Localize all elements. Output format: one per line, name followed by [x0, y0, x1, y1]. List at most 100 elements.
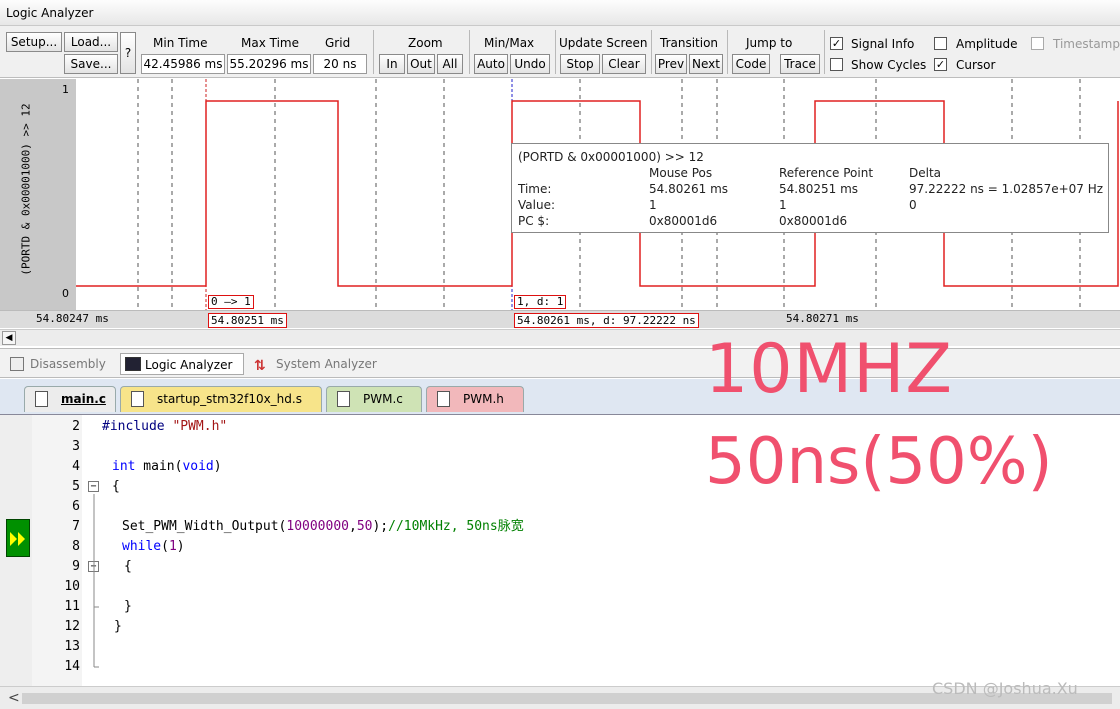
time-right-label: 54.80271 ms	[786, 312, 859, 325]
max-time-value: 55.20296 ms	[227, 54, 311, 74]
window-title: Logic Analyzer	[0, 0, 1120, 26]
min-time-value: 42.45986 ms	[141, 54, 225, 74]
popup-ref-time: 54.80251 ms	[779, 182, 859, 196]
undo-button[interactable]: Undo	[510, 54, 550, 74]
toolbar-divider	[373, 30, 374, 74]
show-cycles-label: Show Cycles	[851, 58, 927, 72]
tab-pwm-h[interactable]: PWM.h	[426, 386, 524, 412]
popup-col-reference: Reference Point	[779, 166, 874, 180]
popup-row-time: Time:	[518, 182, 552, 196]
popup-ref-value: 1	[779, 198, 787, 212]
code-line[interactable]: 10	[0, 577, 1120, 597]
code-line[interactable]: 7 Set_PWM_Width_Output(10000000,50);//10…	[0, 517, 1120, 537]
popup-row-value: Value:	[518, 198, 555, 212]
amplitude-checkbox[interactable]	[934, 37, 947, 50]
time-cursor-label: 54.80261 ms, d: 97.22222 ns	[514, 313, 699, 328]
scroll-left-icon[interactable]: ◀	[2, 331, 16, 345]
save-button[interactable]: Save...	[64, 54, 118, 74]
grid-value: 20 ns	[313, 54, 367, 74]
y-tick-low: 0	[62, 287, 69, 300]
max-time-label: Max Time	[241, 36, 299, 50]
code-line[interactable]: 8 while(1)	[0, 537, 1120, 557]
tab-logic-analyzer[interactable]: Logic Analyzer	[120, 353, 244, 375]
fold-guide-lines	[93, 494, 99, 668]
tab-disassembly-label: Disassembly	[30, 357, 106, 371]
cursor-checkbox[interactable]: ✓	[934, 58, 947, 71]
code-line[interactable]: 6	[0, 497, 1120, 517]
help-button[interactable]: ?	[120, 32, 136, 74]
code-line[interactable]: 9 − {	[0, 557, 1120, 577]
toolbar-divider	[555, 30, 556, 74]
popup-delta-value: 0	[909, 198, 917, 212]
grid-label: Grid	[325, 36, 351, 50]
minmax-label: Min/Max	[484, 36, 535, 50]
code-line[interactable]: 11 }	[0, 597, 1120, 617]
toolbar-divider	[824, 30, 825, 74]
tab-main-c[interactable]: main.c	[24, 386, 116, 412]
toolbar-divider	[651, 30, 652, 74]
logic-analyzer-icon	[125, 357, 141, 371]
popup-mouse-pc: 0x80001d6	[649, 214, 718, 228]
signal-info-checkbox[interactable]: ✓	[830, 37, 843, 50]
transition-label: Transition	[660, 36, 719, 50]
annotation-pulse-width: 50ns(50%)	[705, 425, 1053, 499]
tab-logic-analyzer-label: Logic Analyzer	[145, 358, 233, 372]
min-time-label: Min Time	[153, 36, 208, 50]
reference-transition-marker: 0 —> 1	[208, 295, 254, 309]
y-tick-high: 1	[62, 83, 69, 96]
cursor-label: Cursor	[956, 58, 996, 72]
jump-code-button[interactable]: Code	[732, 54, 770, 74]
toolbar-divider	[727, 30, 728, 74]
next-transition-button[interactable]: Next	[689, 54, 723, 74]
tab-startup-file[interactable]: startup_stm32f10x_hd.s	[120, 386, 322, 412]
zoom-all-button[interactable]: All	[437, 54, 463, 74]
system-analyzer-icon: ⇅	[254, 358, 266, 374]
tab-system-analyzer[interactable]: ⇅ System Analyzer	[250, 353, 390, 375]
popup-col-mouse: Mouse Pos	[649, 166, 713, 180]
file-icon	[437, 391, 450, 407]
watermark: CSDN @Joshua.Xu	[932, 679, 1078, 698]
disassembly-icon	[10, 357, 24, 371]
jump-trace-button[interactable]: Trace	[780, 54, 820, 74]
file-icon	[131, 391, 144, 407]
popup-delta-time: 97.22222 ns = 1.02857e+07 Hz	[909, 182, 1104, 196]
tab-pwm-h-label: PWM.h	[463, 392, 504, 406]
signal-info-popup: (PORTD & 0x00001000) >> 12 Mouse Pos Ref…	[511, 143, 1109, 233]
zoom-label: Zoom	[408, 36, 443, 50]
stop-button[interactable]: Stop	[560, 54, 600, 74]
popup-row-pc: PC $:	[518, 214, 550, 228]
tab-pwm-c-label: PWM.c	[363, 392, 403, 406]
tab-disassembly[interactable]: Disassembly	[8, 353, 116, 375]
tab-pwm-c[interactable]: PWM.c	[326, 386, 422, 412]
zoom-out-button[interactable]: Out	[407, 54, 435, 74]
code-line[interactable]: 12 }	[0, 617, 1120, 637]
popup-mouse-time: 54.80261 ms	[649, 182, 729, 196]
toolbar-divider	[469, 30, 470, 74]
signal-name-label: (PORTD & 0x00001000) >> 12	[19, 103, 33, 276]
code-line[interactable]: 14	[0, 657, 1120, 677]
signal-axis: (PORTD & 0x00001000) >> 12 1 0	[0, 79, 76, 310]
load-button[interactable]: Load...	[64, 32, 118, 52]
scroll-left-icon[interactable]: <	[8, 690, 20, 706]
popup-title: (PORTD & 0x00001000) >> 12	[518, 150, 704, 164]
update-screen-label: Update Screen	[559, 36, 648, 50]
signal-info-label: Signal Info	[851, 37, 915, 51]
time-left-label: 54.80247 ms	[36, 312, 109, 325]
logic-analyzer-toolbar: Setup... Load... Save... ? Min Time 42.4…	[0, 26, 1120, 78]
cursor-value-marker: 1, d: 1	[514, 295, 567, 309]
tab-startup-file-label: startup_stm32f10x_hd.s	[157, 392, 302, 406]
zoom-in-button[interactable]: In	[379, 54, 405, 74]
annotation-frequency: 10MHZ	[705, 330, 953, 409]
timestamps-checkbox[interactable]	[1031, 37, 1044, 50]
auto-button[interactable]: Auto	[474, 54, 508, 74]
timestamps-label: Timestamps	[1053, 37, 1120, 51]
file-icon	[35, 391, 48, 407]
tab-main-c-label: main.c	[61, 392, 106, 406]
setup-button[interactable]: Setup...	[6, 32, 62, 52]
prev-transition-button[interactable]: Prev	[655, 54, 687, 74]
clear-button[interactable]: Clear	[602, 54, 646, 74]
popup-col-delta: Delta	[909, 166, 942, 180]
waveform-panel[interactable]: (PORTD & 0x00001000) >> 12 1 0 0 —> 1 1,…	[0, 79, 1120, 329]
show-cycles-checkbox[interactable]	[830, 58, 843, 71]
code-line[interactable]: 13	[0, 637, 1120, 657]
